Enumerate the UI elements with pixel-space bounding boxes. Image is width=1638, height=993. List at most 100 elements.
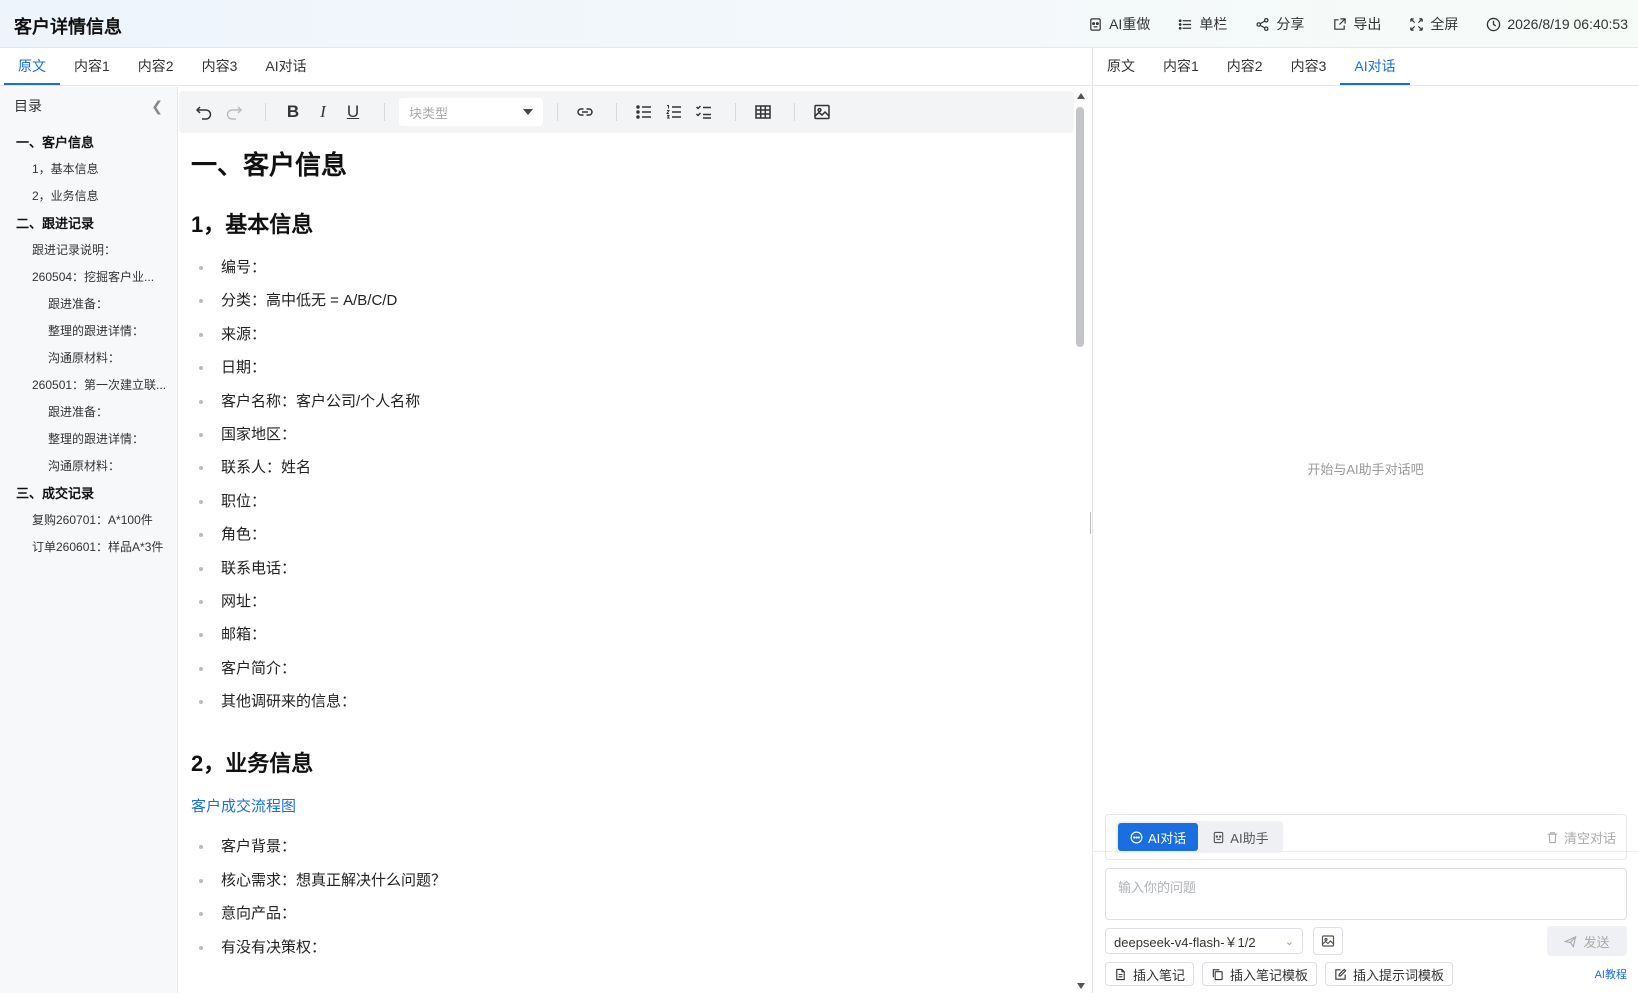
bold-button[interactable]: B <box>280 99 306 125</box>
chat-empty-hint: 开始与AI助手对话吧 <box>1307 462 1424 477</box>
single-column-button[interactable]: 单栏 <box>1178 14 1227 34</box>
scrollbar-thumb[interactable] <box>1076 107 1084 347</box>
left-tab-content2[interactable]: 内容2 <box>124 49 188 85</box>
underline-button[interactable]: U <box>340 99 366 125</box>
image-icon[interactable] <box>809 99 835 125</box>
toc-item[interactable]: 整理的跟进详情： <box>0 318 177 345</box>
share-button[interactable]: 分享 <box>1255 14 1304 34</box>
collapse-toc-icon[interactable]: ❮ <box>151 98 163 115</box>
list-item: 国家地区： <box>191 418 1061 451</box>
right-tab-ai-chat[interactable]: AI对话 <box>1340 49 1410 85</box>
heading-basic-info: 1，基本信息 <box>191 212 314 237</box>
send-button[interactable]: 发送 <box>1547 926 1627 956</box>
right-tab-content3[interactable]: 内容3 <box>1277 49 1341 85</box>
business-info-list: 客户背景： 核心需求：想真正解决什么问题？ 意向产品： 有没有决策权： <box>191 830 1061 964</box>
list-item: 客户名称：客户公司/个人名称 <box>191 385 1061 418</box>
ai-assistant-mode-label: AI助手 <box>1230 830 1269 846</box>
block-type-select[interactable]: 块类型 <box>399 98 543 126</box>
right-tab-original[interactable]: 原文 <box>1093 49 1149 85</box>
toc-item[interactable]: 沟通原材料： <box>0 345 177 372</box>
toc-item[interactable]: 跟进准备： <box>0 291 177 318</box>
export-button[interactable]: 导出 <box>1332 14 1381 34</box>
list-item: 客户简介： <box>191 652 1061 685</box>
insert-note-label: 插入笔记 <box>1133 967 1186 983</box>
scroll-up-arrow-icon[interactable] <box>1077 93 1085 99</box>
right-tab-content2[interactable]: 内容2 <box>1213 49 1277 85</box>
ai-tutorial-link[interactable]: AI教程 <box>1595 966 1627 982</box>
fullscreen-label: 全屏 <box>1430 16 1459 32</box>
robot-icon <box>1214 831 1224 843</box>
left-tab-content1[interactable]: 内容1 <box>60 49 124 85</box>
clock-icon <box>1487 17 1501 31</box>
left-tab-original[interactable]: 原文 <box>4 49 60 85</box>
bullet-list-icon[interactable] <box>631 99 657 125</box>
editor-scrollbar[interactable] <box>1074 91 1088 991</box>
list-item: 角色： <box>191 518 1061 551</box>
toc-item[interactable]: 跟进记录说明： <box>0 237 177 264</box>
toc-item[interactable]: 沟通原材料： <box>0 453 177 480</box>
chevron-down-icon: ⌄ <box>1284 935 1294 948</box>
insert-prompt-template-button[interactable]: 插入提示词模板 <box>1325 962 1454 986</box>
datetime-text: 2026/8/19 06:40:53 <box>1507 16 1628 32</box>
insert-note-template-button[interactable]: 插入笔记模板 <box>1202 962 1318 986</box>
toc-item[interactable]: 三、成交记录 <box>0 480 177 507</box>
ai-assistant-mode-button[interactable]: AI助手 <box>1200 823 1280 851</box>
block-type-placeholder: 块类型 <box>409 105 449 121</box>
chat-mode-switch: AI对话 AI助手 <box>1116 821 1283 853</box>
list-item: 其他调研来的信息： <box>191 685 1061 718</box>
ordered-list-icon[interactable] <box>661 99 687 125</box>
list-icon <box>1179 18 1192 30</box>
chat-input[interactable] <box>1105 868 1627 920</box>
customer-flow-link[interactable]: 客户成交流程图 <box>191 790 1061 824</box>
ai-chat-mode-button[interactable]: AI对话 <box>1118 823 1199 851</box>
caret-down-icon <box>523 109 533 115</box>
toc-item[interactable]: 跟进准备： <box>0 399 177 426</box>
link-icon[interactable] <box>572 99 598 125</box>
list-item: 有没有决策权： <box>191 931 1061 964</box>
list-item: 职位： <box>191 485 1061 518</box>
left-tab-ai-chat[interactable]: AI对话 <box>251 49 320 85</box>
list-item: 编号： <box>191 251 1061 284</box>
table-icon[interactable] <box>750 99 776 125</box>
toc-item[interactable]: 1，基本信息 <box>0 156 177 183</box>
toc-item[interactable]: 2，业务信息 <box>0 183 177 210</box>
left-tab-content3[interactable]: 内容3 <box>188 49 252 85</box>
model-select[interactable]: deepseek-v4-flash-￥1/2 ⌄ <box>1105 928 1303 954</box>
italic-button[interactable]: I <box>310 99 336 125</box>
task-list-icon[interactable] <box>691 99 717 125</box>
undo-icon[interactable] <box>191 99 217 125</box>
toc-item[interactable]: 二、跟进记录 <box>0 210 177 237</box>
insert-note-button[interactable]: 插入笔记 <box>1105 962 1195 986</box>
chat-bubble-icon <box>1130 831 1143 843</box>
toc-item[interactable]: 整理的跟进详情： <box>0 426 177 453</box>
page-title: 客户详情信息 <box>14 17 122 37</box>
clear-chat-label: 清空对话 <box>1563 830 1616 846</box>
header-actions: AI重做 单栏 分享 导出 全屏 2026/8/19 06:40:53 <box>1088 0 1628 48</box>
chat-messages-area: 开始与AI助手对话吧 <box>1093 86 1638 852</box>
toolbar-separator <box>557 103 558 121</box>
toc-item[interactable]: 复购260701：A*100件 <box>0 507 177 534</box>
list-item: 客户背景： <box>191 830 1061 863</box>
document-content[interactable]: 一、客户信息 1，基本信息 编号： 分类：高中低无 = A/B/C/D 来源： … <box>191 137 1061 964</box>
toc-title: 目录 <box>14 98 42 114</box>
clear-chat-button[interactable]: 清空对话 <box>1546 828 1616 847</box>
toolbar-separator <box>616 103 617 121</box>
send-icon <box>1564 935 1577 948</box>
fullscreen-button[interactable]: 全屏 <box>1409 14 1458 34</box>
left-tab-bar: 原文 内容1 内容2 内容3 AI对话 <box>0 48 1092 86</box>
basic-info-list: 编号： 分类：高中低无 = A/B/C/D 来源： 日期： 客户名称：客户公司/… <box>191 251 1061 718</box>
right-tab-bar: 原文 内容1 内容2 内容3 AI对话 <box>1093 48 1638 86</box>
toc-item[interactable]: 一、客户信息 <box>0 129 177 156</box>
toc-item[interactable]: 260501：第一次建立联... <box>0 372 177 399</box>
toc-item[interactable]: 订单260601：样品A*3件 <box>0 534 177 561</box>
scroll-down-arrow-icon[interactable] <box>1077 983 1085 989</box>
redo-icon[interactable] <box>221 99 247 125</box>
toc-item[interactable]: 260504：挖掘客户业... <box>0 264 177 291</box>
upload-image-button[interactable] <box>1313 927 1343 955</box>
ai-redo-label: AI重做 <box>1109 16 1151 32</box>
right-tab-content1[interactable]: 内容1 <box>1149 49 1213 85</box>
toc-sidebar: 目录 ❮ 一、客户信息 1，基本信息 2，业务信息 二、跟进记录 跟进记录说明：… <box>0 87 178 993</box>
list-item: 来源： <box>191 318 1061 351</box>
ai-redo-button[interactable]: AI重做 <box>1088 14 1150 34</box>
list-item: 分类：高中低无 = A/B/C/D <box>191 284 1061 317</box>
